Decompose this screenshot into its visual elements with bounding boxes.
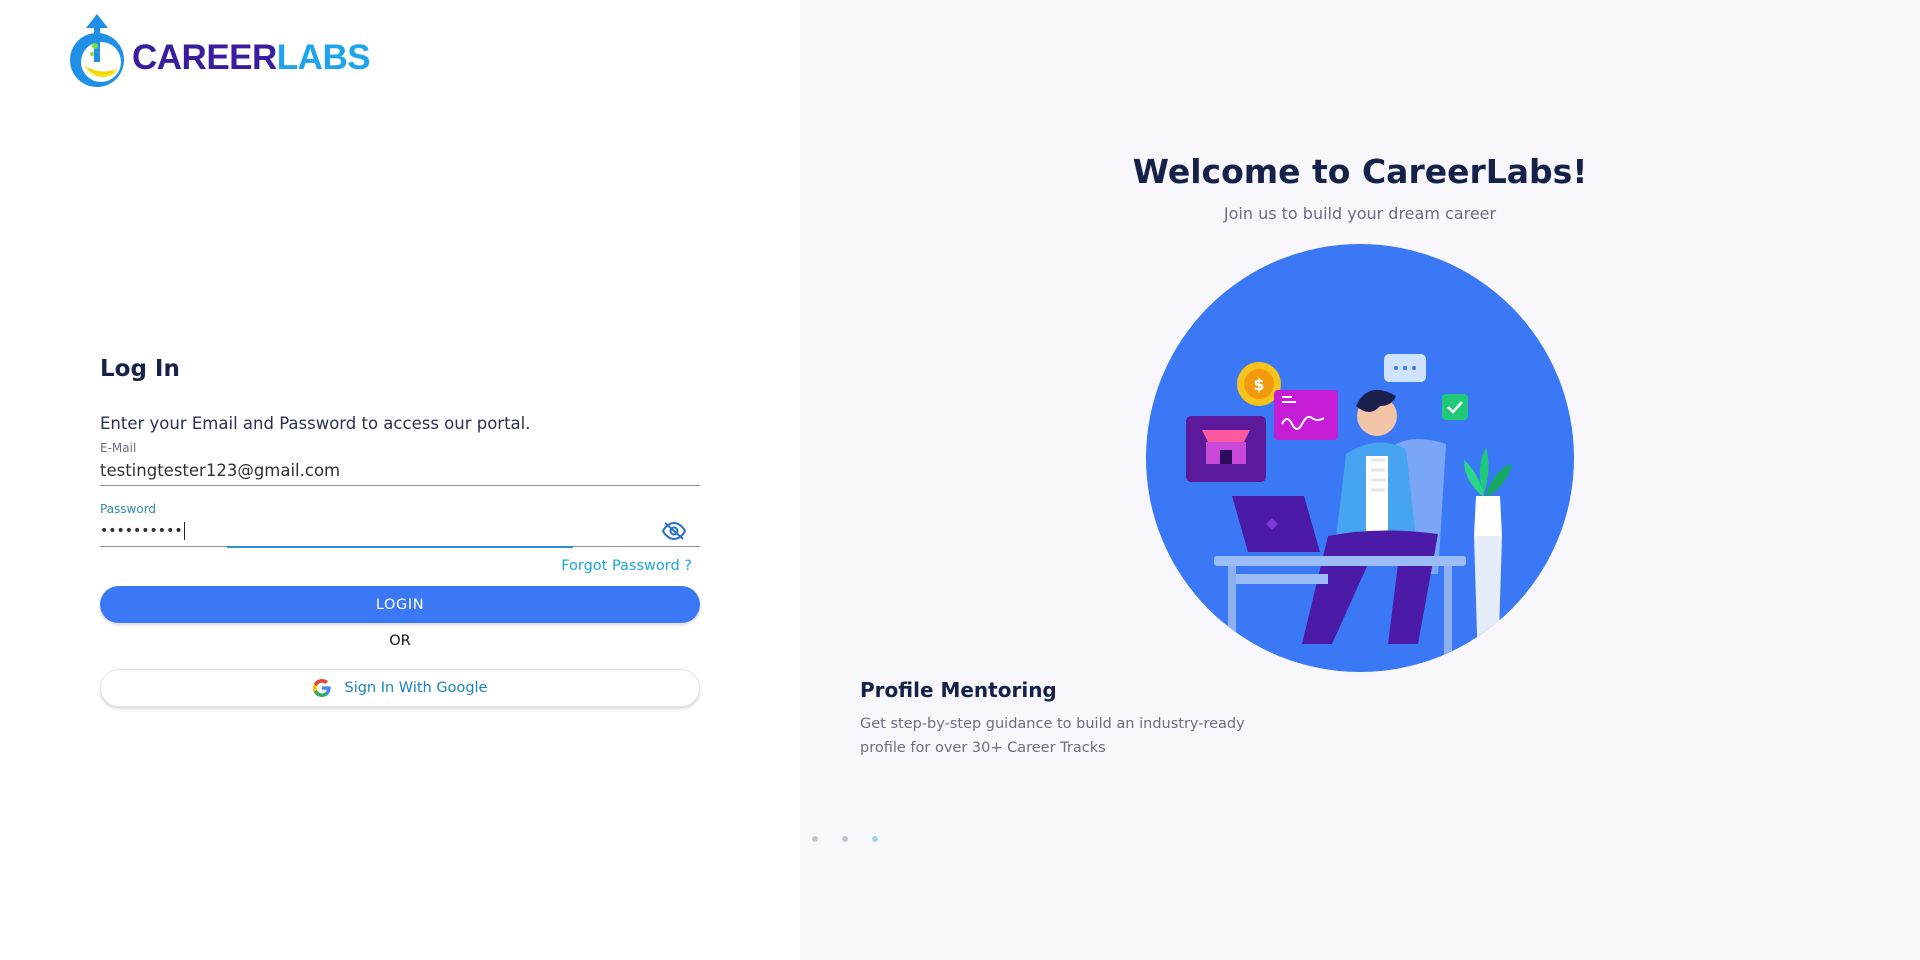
password-field[interactable]: Password •••••••••• [100,502,700,548]
email-label: E-Mail [100,441,137,455]
carousel-dot-2[interactable] [842,836,848,842]
welcome-subtitle: Join us to build your dream career [1223,204,1497,223]
page-title: Log In [100,356,180,382]
login-button[interactable]: LOGIN [100,586,700,623]
email-field[interactable]: E-Mail testingtester123@gmail.com [100,441,700,486]
carousel-dot-3[interactable] [872,836,878,842]
password-label: Password [100,502,157,516]
logo-wordmark: CAREERLABS [132,38,371,78]
login-panel: CAREERLABS Log In Enter your Email and P… [0,0,800,960]
logo-text-labs: LABS [276,38,371,77]
feature-title: Profile Mentoring [860,678,1057,702]
svg-text:$: $ [1253,375,1264,394]
mentoring-illustration: $ [1146,244,1574,672]
welcome-panel: Welcome to CareerLabs! Join us to build … [800,0,1920,960]
google-icon [312,679,331,697]
email-underline [100,485,700,486]
password-row: •••••••••• [100,516,700,546]
careerlabs-logo[interactable]: CAREERLABS [66,12,371,92]
welcome-title: Welcome to CareerLabs! [1132,152,1588,191]
email-input[interactable]: testingtester123@gmail.com [100,459,700,483]
login-subtitle: Enter your Email and Password to access … [100,414,531,433]
carousel-dot-1[interactable] [812,836,818,842]
logo-text-career: CAREER [132,38,277,77]
password-focus-indicator [227,546,573,548]
careerlabs-logo-icon [70,14,124,87]
password-underline [100,546,700,548]
google-signin-button[interactable]: Sign In With Google [100,669,700,707]
text-caret [183,521,185,540]
forgot-password-link[interactable]: Forgot Password ? [100,558,692,578]
or-divider: OR [389,633,411,649]
feature-description: Get step-by-step guidance to build an in… [860,716,1245,756]
login-form: Log In Enter your Email and Password to … [100,352,700,707]
google-signin-label: Sign In With Google [344,680,488,696]
password-input[interactable]: •••••••••• [100,523,183,539]
carousel-indicators [812,836,902,842]
eye-off-icon[interactable] [662,522,686,540]
